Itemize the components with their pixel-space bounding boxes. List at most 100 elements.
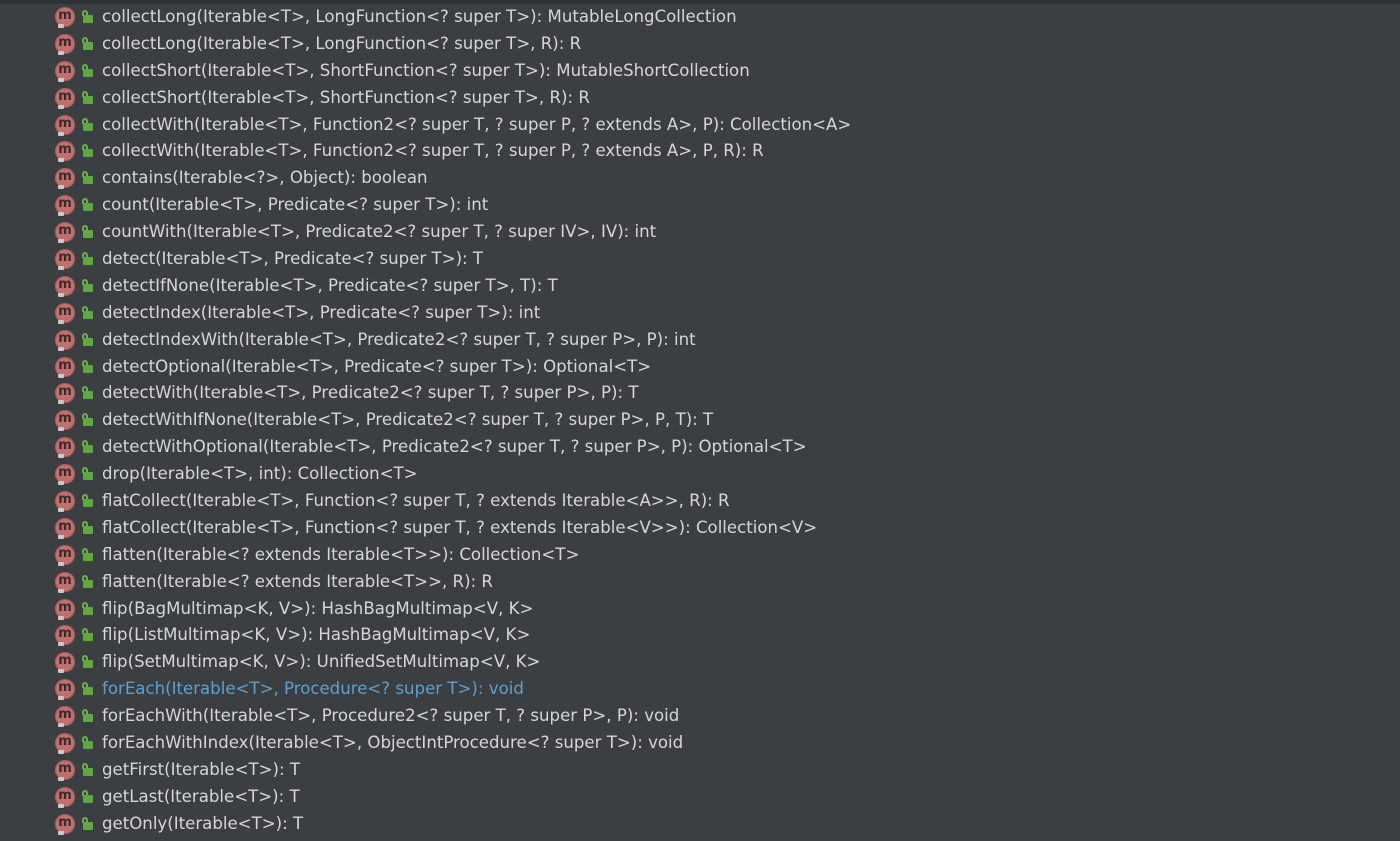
method-icon-glyph: m (58, 545, 72, 561)
method-icon-glyph: m (58, 276, 72, 292)
method-signature-label: flip(BagMultimap<K, V>): HashBagMultimap… (102, 598, 534, 618)
public-lock-icon (81, 413, 93, 427)
method-icon: m (55, 7, 75, 28)
method-icon-glyph: m (58, 250, 72, 266)
method-icon-glyph: m (58, 223, 72, 239)
public-lock-icon (81, 762, 93, 777)
method-list-item[interactable]: m collectLong(Iterable<T>, LongFunction<?… (0, 31, 1400, 58)
method-signature-label: count(Iterable<T>, Predicate<? super T>)… (102, 195, 489, 215)
method-icon-glyph: m (58, 196, 72, 212)
method-icon: m (55, 437, 75, 459)
method-list-item[interactable]: m forEachWith(Iterable<T>, Procedure2<? s… (0, 703, 1400, 730)
static-marker-icon (58, 400, 64, 405)
method-list-item[interactable]: m count(Iterable<T>, Predicate<? super T>… (0, 192, 1400, 219)
method-signature-label: collectLong(Iterable<T>, LongFunction<? … (102, 33, 582, 53)
method-list-item[interactable]: m getFirst(Iterable<T>): T (0, 757, 1400, 784)
method-list-item[interactable]: m forEachWithIndex(Iterable<T>, ObjectInt… (0, 730, 1400, 757)
method-icon: m (55, 33, 75, 55)
method-list-item[interactable]: m flatten(Iterable<? extends Iterable<T>>… (0, 542, 1400, 569)
method-signature-label: detectIndex(Iterable<T>, Predicate<? sup… (102, 302, 541, 322)
method-list-item[interactable]: m collectShort(Iterable<T>, ShortFunction… (0, 85, 1400, 112)
method-list-item[interactable]: m detectIfNone(Iterable<T>, Predicate<? s… (0, 273, 1400, 300)
static-marker-icon (58, 158, 64, 163)
method-icon-glyph: m (58, 492, 72, 508)
public-lock-icon (81, 682, 93, 696)
public-lock-icon (81, 709, 93, 723)
method-signature-label: collectLong(Iterable<T>, LongFunction<? … (102, 7, 737, 26)
method-icon-glyph: m (58, 787, 72, 803)
method-list-item[interactable]: m getLast(Iterable<T>): T (0, 784, 1400, 811)
public-lock-icon (81, 547, 93, 562)
static-marker-icon (58, 642, 64, 647)
public-lock-icon (81, 305, 93, 320)
method-list-item[interactable]: m collectShort(Iterable<T>, ShortFunction… (0, 58, 1400, 85)
method-icon: m (55, 249, 75, 271)
method-icon-glyph: m (58, 599, 72, 615)
static-marker-icon (58, 131, 64, 136)
method-list-item[interactable]: m detectWithOptional(Iterable<T>, Predica… (0, 434, 1400, 461)
method-icon: m (55, 87, 75, 109)
static-marker-icon (58, 615, 64, 620)
method-list-item[interactable]: m forEach(Iterable<T>, Procedure<? super … (0, 676, 1400, 703)
public-lock-icon (81, 628, 93, 642)
method-icon: m (55, 652, 75, 674)
method-list-item[interactable]: m detect(Iterable<T>, Predicate<? super T… (0, 246, 1400, 273)
method-icon: m (55, 329, 75, 351)
public-lock-icon (81, 278, 93, 293)
static-marker-icon (58, 696, 64, 701)
static-marker-icon (58, 508, 64, 513)
method-list-item[interactable]: m flip(SetMultimap<K, V>): UnifiedSetMult… (0, 649, 1400, 676)
method-icon: m (55, 733, 75, 755)
static-marker-icon (58, 561, 64, 566)
method-signature-label: flatten(Iterable<? extends Iterable<T>>)… (102, 544, 580, 564)
method-list-item[interactable]: m flip(BagMultimap<K, V>): HashBagMultima… (0, 596, 1400, 623)
public-lock-icon (81, 10, 93, 24)
method-signature-label: flatCollect(Iterable<T>, Function<? supe… (102, 517, 818, 537)
method-list-item[interactable]: m contains(Iterable<?>, Object): boolean (0, 165, 1400, 192)
method-list-item[interactable]: m collectWith(Iterable<T>, Function2<? su… (0, 112, 1400, 139)
method-icon: m (55, 222, 75, 244)
method-icon-glyph: m (58, 303, 72, 319)
static-marker-icon (58, 50, 64, 55)
public-lock-icon (81, 736, 93, 750)
method-icon-glyph: m (58, 707, 72, 723)
method-icon-glyph: m (58, 8, 72, 23)
method-list-item[interactable]: m drop(Iterable<T>, int): Collection<T> (0, 461, 1400, 488)
method-signature-label: detectOptional(Iterable<T>, Predicate<? … (102, 356, 652, 376)
method-list-item[interactable]: m collectWith(Iterable<T>, Function2<? su… (0, 138, 1400, 165)
method-icon: m (55, 114, 75, 136)
method-icon-glyph: m (58, 411, 72, 427)
public-lock-icon (81, 520, 93, 535)
method-list-item[interactable]: m flatCollect(Iterable<T>, Function<? sup… (0, 515, 1400, 542)
method-list-item[interactable]: m collectLong(Iterable<T>, LongFunction<?… (0, 4, 1400, 31)
static-marker-icon (58, 373, 64, 378)
method-icon: m (55, 275, 75, 297)
static-marker-icon (58, 803, 64, 808)
method-signature-label: detect(Iterable<T>, Predicate<? super T>… (102, 249, 484, 269)
method-list-item[interactable]: m countWith(Iterable<T>, Predicate2<? sup… (0, 219, 1400, 246)
method-list-item[interactable]: m flatCollect(Iterable<T>, Function<? sup… (0, 488, 1400, 515)
method-signature-label: forEachWith(Iterable<T>, Procedure2<? su… (102, 706, 680, 726)
method-icon: m (55, 464, 75, 486)
method-list-item[interactable]: m flatten(Iterable<? extends Iterable<T>>… (0, 569, 1400, 596)
method-signature-label: drop(Iterable<T>, int): Collection<T> (102, 464, 418, 484)
static-marker-icon (58, 185, 64, 190)
method-list-item[interactable]: m detectIndex(Iterable<T>, Predicate<? su… (0, 300, 1400, 327)
method-signature-label: forEach(Iterable<T>, Procedure<? super T… (102, 679, 524, 699)
public-lock-icon (81, 36, 93, 51)
method-icon-glyph: m (58, 680, 72, 696)
public-lock-icon (81, 90, 93, 105)
method-list-item[interactable]: m getOnly(Iterable<T>): T (0, 811, 1400, 838)
method-list-item[interactable]: m detectOptional(Iterable<T>, Predicate<?… (0, 354, 1400, 381)
method-list-item[interactable]: m detectWith(Iterable<T>, Predicate2<? su… (0, 380, 1400, 407)
method-icon-glyph: m (58, 465, 72, 481)
static-marker-icon (58, 212, 64, 217)
method-signature-label: flatCollect(Iterable<T>, Function<? supe… (102, 491, 730, 511)
method-icon-glyph: m (58, 518, 72, 534)
method-list-item[interactable]: m detectWithIfNone(Iterable<T>, Predicate… (0, 407, 1400, 434)
method-icon: m (55, 786, 75, 808)
method-list-item[interactable]: m detectIndexWith(Iterable<T>, Predicate2… (0, 327, 1400, 354)
public-lock-icon (81, 359, 93, 374)
method-list-item[interactable]: m flip(ListMultimap<K, V>): HashBagMultim… (0, 622, 1400, 649)
public-lock-icon (81, 63, 93, 78)
